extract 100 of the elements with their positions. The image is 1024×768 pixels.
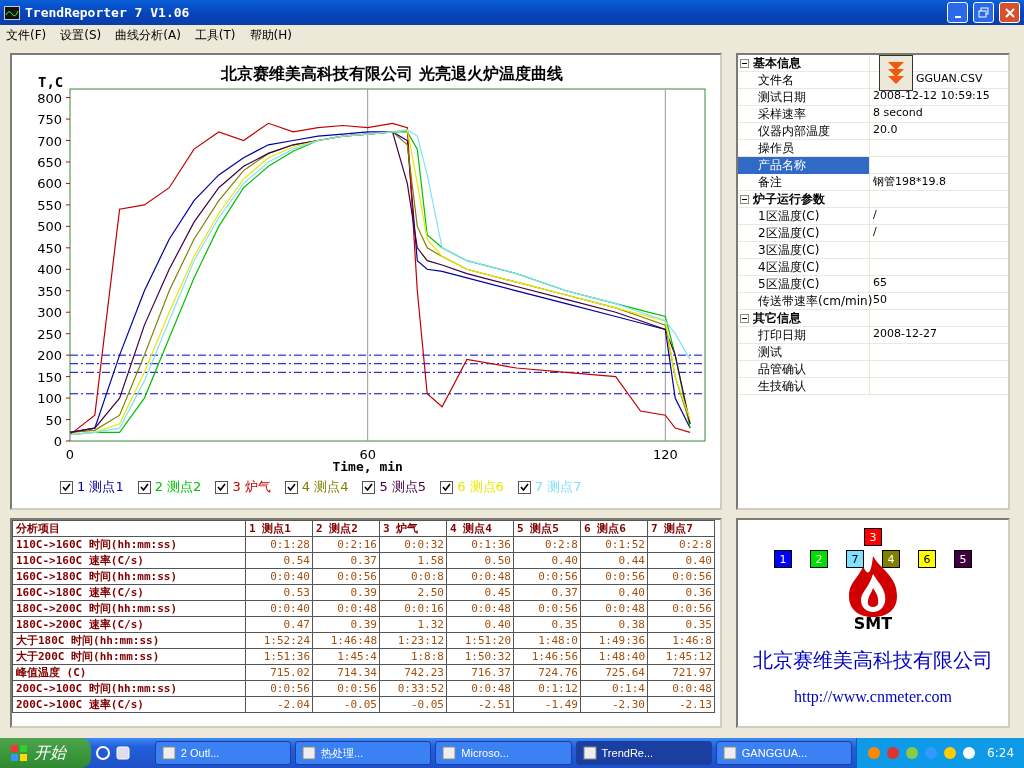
table-cell: 0:0:56 [312,680,380,697]
collapse-icon[interactable] [740,195,749,204]
series-marker: 7 [846,550,864,568]
tray-icon[interactable] [962,746,977,760]
menu-item[interactable]: 文件(F) [6,26,47,44]
taskbar-button[interactable]: GANGGUA... [715,741,853,765]
collapse-icon[interactable] [740,59,749,68]
property-name[interactable]: 传送带速率(cm/min) [738,293,870,310]
column-header: 7 测点7 [647,520,715,537]
start-button[interactable]: 开始 [0,738,91,768]
table-cell: 0:0:56 [647,600,715,617]
legend-label: 6 测点6 [457,478,504,496]
row-label: 大于200C 时间(hh:mm:ss) [12,648,246,665]
table-cell: 0:0:48 [446,680,514,697]
taskbar-button[interactable]: TrendRe... [575,741,712,765]
table-cell: 1:46:8 [647,632,715,649]
row-label: 160C->180C 时间(hh:mm:ss) [12,568,246,585]
table-cell: 0:0:32 [379,536,447,553]
property-name[interactable]: 产品名称 [738,157,870,174]
close-button[interactable] [999,2,1020,23]
property-name[interactable]: 4区温度(C) [738,259,870,276]
table-cell: 742.23 [379,664,447,681]
series-marker: 2 [810,550,828,568]
y-tick-label: 200 [37,348,62,364]
property-name[interactable]: 测试日期 [738,89,870,106]
legend-checkbox[interactable] [517,480,531,494]
table-cell: -2.04 [245,696,313,713]
table-cell: 0:0:56 [312,568,380,585]
x-axis-label: Time, min [332,459,403,474]
property-name[interactable]: 备注 [738,174,870,191]
table-cell: -1.49 [513,696,581,713]
property-name[interactable]: 品管确认 [738,361,870,378]
collapse-icon[interactable] [740,314,749,323]
property-name[interactable]: 2区温度(C) [738,225,870,242]
minimize-button[interactable] [947,2,968,23]
legend-label: 2 测点2 [154,478,202,496]
property-value: / [872,225,878,240]
property-name[interactable]: 打印日期 [738,327,870,344]
legend-label: 7 测点7 [534,478,582,496]
table-cell: 0.37 [312,552,380,569]
table-cell: 0.40 [513,552,581,569]
taskbar-button[interactable]: 2 Outl... [154,741,292,765]
row-label: 180C->200C 速率(C/s) [12,616,246,633]
property-name[interactable]: 3区温度(C) [738,242,870,259]
property-name[interactable]: 采样速率 [738,106,870,123]
property-name[interactable]: 5区温度(C) [738,276,870,293]
app-icon [442,746,457,760]
restore-button[interactable] [973,2,994,23]
table-cell: 0:33:52 [379,680,447,697]
legend-checkbox[interactable] [60,480,73,494]
y-tick-label: 650 [37,155,62,170]
table-cell: 0:0:56 [647,568,715,585]
table-cell: 2.50 [379,584,447,601]
x-tick-label: 120 [652,447,678,462]
menu-item[interactable]: 设置(S) [60,26,102,44]
property-name[interactable]: 测试 [738,344,870,361]
table-cell: 1:45:12 [647,648,715,665]
menu-item[interactable]: 工具(T) [194,26,236,44]
table-cell: 0:0:48 [312,600,380,617]
row-label: 180C->200C 时间(hh:mm:ss) [12,600,246,617]
legend-checkbox[interactable] [215,480,229,494]
section-header[interactable]: 基本信息 [738,55,870,72]
table-cell: 0.45 [446,584,514,601]
legend-checkbox[interactable] [362,480,376,494]
menu-item[interactable]: 曲线分析(A) [115,26,181,44]
legend-checkbox[interactable] [137,480,151,494]
windows-logo-icon [10,744,28,762]
property-value: / [872,208,878,223]
website-link[interactable]: http://www.cnmeter.com [793,688,952,706]
property-name[interactable]: 生技确认 [738,378,870,395]
row-label: 200C->100C 时间(hh:mm:ss) [12,680,246,697]
table-cell: 0.35 [513,616,581,633]
property-name[interactable]: 仪器内部温度 [738,123,870,140]
y-tick-label: 700 [37,133,62,149]
taskbar-button[interactable]: 热处理... [295,741,432,765]
legend-checkbox[interactable] [440,480,454,494]
property-name[interactable]: 文件名 [738,72,870,89]
table-cell: 1:51:20 [446,632,514,649]
table-cell: 1:46:56 [513,648,581,665]
legend-checkbox[interactable] [284,480,298,494]
column-header: 3 炉气 [379,520,447,537]
section-header[interactable]: 其它信息 [738,310,870,327]
y-tick-label: 400 [37,262,62,278]
section-header[interactable]: 炉子运行参数 [738,191,870,208]
property-name[interactable]: 1区温度(C) [738,208,870,225]
property-value: 65 [872,276,888,291]
floating-toolbar[interactable] [879,55,913,91]
table-cell: 0:1:36 [446,536,514,553]
row-label: 110C->160C 时间(hh:mm:ss) [12,536,246,553]
table-cell: 0.38 [580,616,648,633]
y-tick-label: 150 [37,369,62,385]
table-cell: 1:51:36 [245,648,313,665]
y-tick-label: 350 [37,283,62,299]
table-cell: 1.58 [379,552,447,569]
column-header: 5 测点5 [513,520,581,537]
x-tick-label: 0 [65,447,75,462]
table-cell: 0.53 [245,584,313,601]
menu-item[interactable]: 帮助(H) [249,26,292,44]
clock: 6:24 [987,746,1014,760]
taskbar-button[interactable]: Microso... [435,741,572,765]
